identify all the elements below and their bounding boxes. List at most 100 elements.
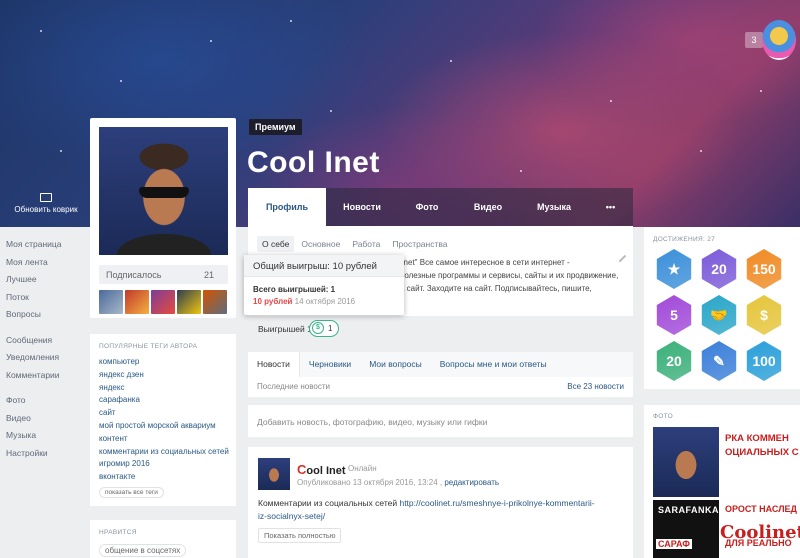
likes-card: Нравится общение в соцсетях <box>90 520 236 558</box>
nav-settings[interactable]: Настройки <box>6 445 86 463</box>
tab-music[interactable]: Музыка <box>520 188 588 226</box>
show-all-tags-button[interactable]: показать все теги <box>99 487 164 498</box>
post-url[interactable]: http://coolinet.ru/smeshnye-i-prikolnye-… <box>399 498 594 508</box>
site-watermark: Coolinet <box>720 522 800 543</box>
coin-icon: $ <box>312 322 324 334</box>
show-full-button[interactable]: Показать полностью <box>258 528 342 543</box>
profile-username: Cool Inet <box>247 146 380 179</box>
post-body: Комментарии из социальных сетей <box>258 498 398 508</box>
premium-badge: Премиум <box>249 119 302 135</box>
tag-link[interactable]: контент <box>99 433 229 446</box>
tag-link[interactable]: игромир 2016 <box>99 458 229 471</box>
tag-link[interactable]: сарафанка <box>99 394 229 407</box>
tab-video[interactable]: Видео <box>456 188 520 226</box>
notification-count-badge[interactable]: 3 <box>745 32 763 48</box>
achievement-badge[interactable]: 100 <box>746 341 782 381</box>
achievement-badge[interactable]: 5 <box>656 295 692 335</box>
user-menu-avatar[interactable] <box>762 20 796 60</box>
subscribers-button[interactable]: Подписалось 21 <box>99 265 228 284</box>
tag-link[interactable]: компьютер <box>99 356 229 369</box>
tag-link[interactable]: мой простой морской аквариум <box>99 420 229 433</box>
subscriber-avatar[interactable] <box>99 290 123 314</box>
wins-badge[interactable]: $ 1 <box>309 320 339 337</box>
nav-photo[interactable]: Фото <box>6 392 86 410</box>
subscribers-label: Подписалось <box>106 270 162 280</box>
badge-glyph: 🤝 <box>710 307 728 323</box>
tab-news[interactable]: Новости <box>326 188 398 226</box>
tag-link[interactable]: комментарии из социальных сетей <box>99 446 229 459</box>
photos-title: Фото <box>653 413 673 420</box>
composer-placeholder: Добавить новость, фотографию, видео, муз… <box>257 417 488 427</box>
nav-notifications[interactable]: Уведомления <box>6 349 86 367</box>
news-tab-my-questions[interactable]: Мои вопросы <box>360 352 431 377</box>
tag-link[interactable]: яндекс <box>99 382 229 395</box>
subtab-basic[interactable]: Основное <box>296 236 345 252</box>
win-date: 14 октября 2016 <box>294 297 356 306</box>
achievement-badge[interactable]: ✎ <box>701 341 737 381</box>
update-cover-button[interactable]: Обновить коврик <box>6 193 86 214</box>
achievement-badge[interactable]: 20 <box>656 341 692 381</box>
subscriber-avatar[interactable] <box>151 290 175 314</box>
nav-stream[interactable]: Поток <box>6 289 86 307</box>
news-tab-news[interactable]: Новости <box>248 352 300 377</box>
achievement-badge[interactable]: 20 <box>701 249 737 289</box>
popular-tags-card: Популярные теги автора компьютер яндекс … <box>90 334 236 506</box>
post-url-continuation[interactable]: iz-socialnyx-setej/ <box>258 511 325 521</box>
nav-my-page[interactable]: Моя страница <box>6 236 86 254</box>
achievement-badge[interactable]: 🤝 <box>701 295 737 335</box>
badge-glyph: 100 <box>752 353 776 369</box>
subscriber-avatar[interactable] <box>125 290 149 314</box>
nav-questions[interactable]: Вопросы <box>6 306 86 324</box>
nav-video[interactable]: Видео <box>6 410 86 428</box>
post-author-avatar[interactable] <box>258 458 290 490</box>
all-news-link[interactable]: Все 23 новости <box>567 382 624 391</box>
subtab-about[interactable]: О себе <box>257 236 295 252</box>
likes-title: Нравится <box>99 529 137 536</box>
subscriber-avatar[interactable] <box>177 290 201 314</box>
about-text-line: linet" Все самое интересное в сети интер… <box>400 258 570 267</box>
badge-glyph: ✎ <box>713 353 725 369</box>
tab-profile[interactable]: Профиль <box>248 188 326 226</box>
about-text: linet" Все самое интересное в сети интер… <box>400 256 620 295</box>
nav-music[interactable]: Музыка <box>6 427 86 445</box>
subtab-spaces[interactable]: Пространства <box>387 236 452 252</box>
nav-messages[interactable]: Сообщения <box>6 332 86 350</box>
wins-count: 1 <box>328 324 333 333</box>
about-text-line: полезные программы и сервисы, сайты и их… <box>400 271 619 280</box>
thumbnail-caption: ОРОСТ НАСЛЕД <box>725 504 797 514</box>
more-tabs-button[interactable]: ••• <box>588 188 633 226</box>
nav-best[interactable]: Лучшее <box>6 271 86 289</box>
news-tabs: Новости Черновики Мои вопросы Вопросы мн… <box>248 352 633 377</box>
thumbnail-caption: САРАФ <box>656 539 692 549</box>
tag-link[interactable]: вконтакте <box>99 471 229 484</box>
subtab-work[interactable]: Работа <box>347 236 385 252</box>
edit-post-link[interactable]: редактировать <box>444 478 499 487</box>
nav-comments[interactable]: Комментарии <box>6 367 86 385</box>
profile-card: Подписалось 21 <box>90 118 236 318</box>
subscribers-count: 21 <box>203 270 214 280</box>
photo-thumbnail[interactable] <box>653 427 719 497</box>
about-text-line: а сайт. Заходите на сайт. Подписывайтесь… <box>400 284 592 293</box>
news-composer[interactable]: Добавить новость, фотографию, видео, муз… <box>248 405 633 437</box>
profile-photo[interactable] <box>99 127 228 255</box>
pencil-icon[interactable] <box>617 253 628 264</box>
achievement-badge[interactable]: ★ <box>656 249 692 289</box>
subscriber-avatar[interactable] <box>203 290 227 314</box>
achievement-badge[interactable]: $ <box>746 295 782 335</box>
author-name-rest: ool Inet <box>306 465 346 477</box>
post-author-name[interactable]: Cool Inet <box>297 462 346 477</box>
thumbnail-caption: SARAFANKA <box>658 505 720 515</box>
achievement-badge[interactable]: 150 <box>746 249 782 289</box>
tag-link[interactable]: сайт <box>99 407 229 420</box>
tag-link[interactable]: яндекс дзен <box>99 369 229 382</box>
liked-topic-tag[interactable]: общение в соцсетях <box>99 544 187 557</box>
news-tab-questions-to-me[interactable]: Вопросы мне и мои ответы <box>430 352 633 377</box>
nav-my-feed[interactable]: Моя лента <box>6 254 86 272</box>
achievements-title: Достижения: 27 <box>653 236 716 243</box>
news-tab-drafts[interactable]: Черновики <box>299 352 361 377</box>
tab-photo[interactable]: Фото <box>398 188 456 226</box>
tags-title: Популярные теги автора <box>99 343 198 350</box>
photo-thumbnail[interactable]: SARAFANKA САРАФ <box>653 500 719 558</box>
photo-thumbnail[interactable]: РКА КОММЕН ОЦИАЛЬНЫХ С <box>723 427 800 497</box>
wins-label: Выигрышей 1: <box>258 324 315 334</box>
